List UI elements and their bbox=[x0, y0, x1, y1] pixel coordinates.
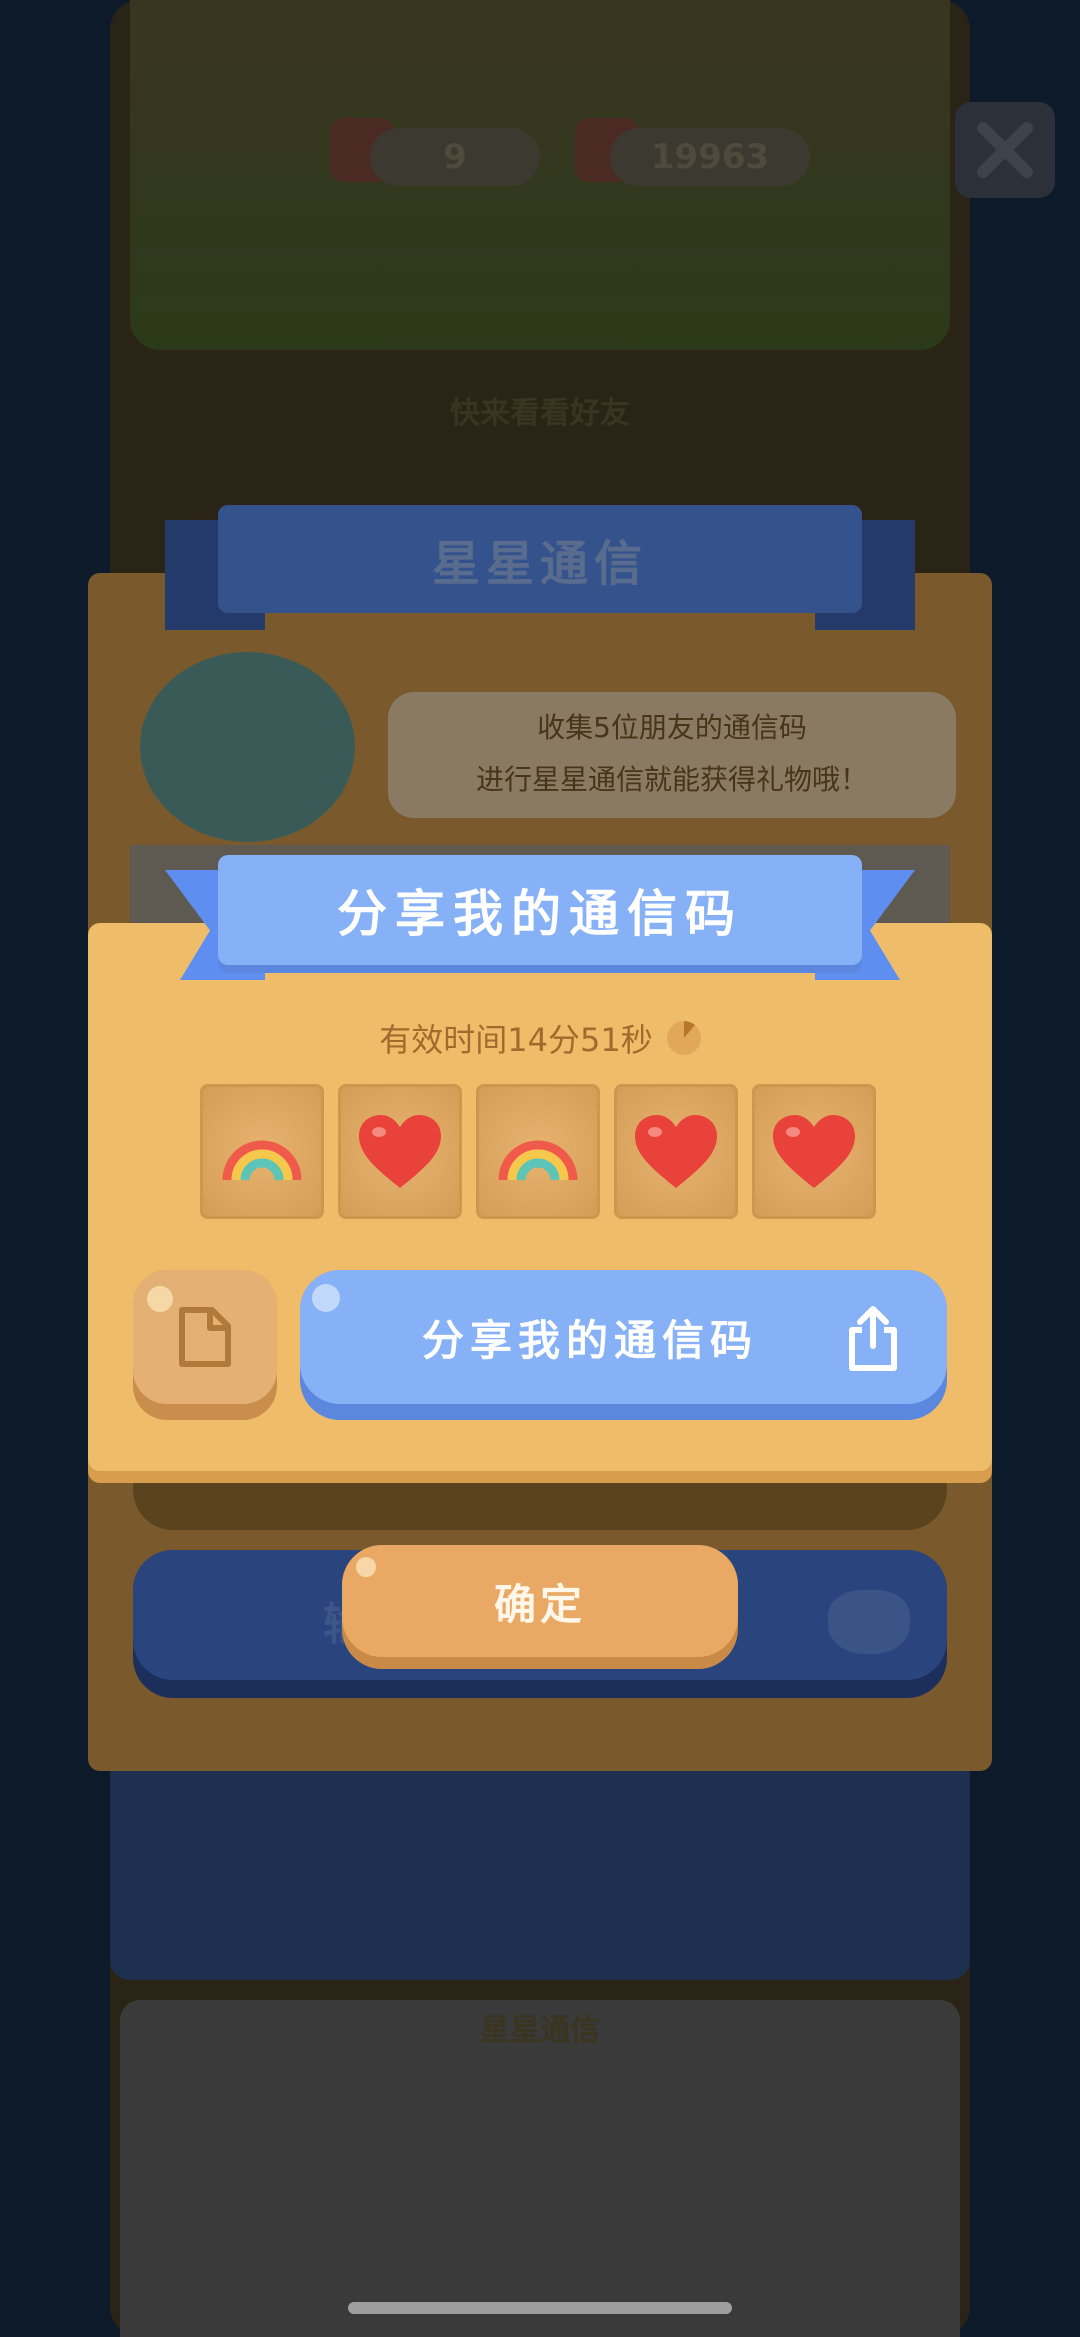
bg-section-title-bottom: 星星通信 bbox=[480, 2013, 600, 2048]
astronaut-cat-avatar bbox=[140, 652, 355, 842]
confirm-button[interactable]: 确定 bbox=[342, 1545, 738, 1669]
copy-code-button[interactable] bbox=[133, 1270, 277, 1420]
code-tile bbox=[752, 1084, 876, 1219]
heart-icon bbox=[359, 1114, 441, 1188]
highlight-dot bbox=[356, 1557, 376, 1577]
bg-counter-coins: 19963 bbox=[610, 128, 810, 186]
heart-icon bbox=[773, 1114, 855, 1188]
close-icon bbox=[977, 122, 1033, 178]
copy-icon bbox=[179, 1307, 231, 1367]
code-tiles bbox=[200, 1084, 880, 1219]
home-indicator[interactable] bbox=[348, 2302, 732, 2314]
heart-icon bbox=[635, 1114, 717, 1188]
back-dialog-title: 星星通信 bbox=[218, 505, 862, 613]
share-button-label: 分享我的通信码 bbox=[421, 1316, 758, 1364]
share-code-button[interactable]: 分享我的通信码 bbox=[300, 1270, 947, 1420]
highlight-dot bbox=[312, 1284, 340, 1312]
highlight-dot bbox=[147, 1286, 173, 1312]
bubble-line-2: 进行星星通信就能获得礼物哦！ bbox=[475, 763, 868, 796]
timer-row: 有效时间14分51秒 bbox=[0, 1015, 1080, 1061]
code-tile bbox=[338, 1084, 462, 1219]
cat-face-icon bbox=[828, 1590, 910, 1654]
bubble-line-1: 收集5位朋友的通信码 bbox=[537, 711, 807, 744]
code-tile bbox=[614, 1084, 738, 1219]
rainbow-icon bbox=[498, 1140, 578, 1180]
share-icon bbox=[849, 1306, 897, 1371]
confirm-button-label: 确定 bbox=[342, 1545, 738, 1657]
back-speech-bubble: 收集5位朋友的通信码 进行星星通信就能获得礼物哦！ bbox=[388, 692, 956, 818]
rainbow-icon bbox=[222, 1140, 302, 1180]
timer-text: 有效时间14分51秒 bbox=[379, 1021, 653, 1059]
share-dialog-title: 分享我的通信码 bbox=[218, 855, 862, 965]
close-button[interactable] bbox=[955, 102, 1055, 198]
timer-pie-icon bbox=[666, 1021, 701, 1055]
code-tile bbox=[476, 1084, 600, 1219]
bg-section-title-top: 快来看看好友 bbox=[450, 396, 630, 431]
bg-top-banner bbox=[130, 0, 950, 350]
bg-bottom-area bbox=[120, 2000, 960, 2337]
code-tile bbox=[200, 1084, 324, 1219]
bg-counter-pencils: 9 bbox=[370, 128, 540, 186]
share-button-face: 分享我的通信码 bbox=[300, 1270, 947, 1404]
